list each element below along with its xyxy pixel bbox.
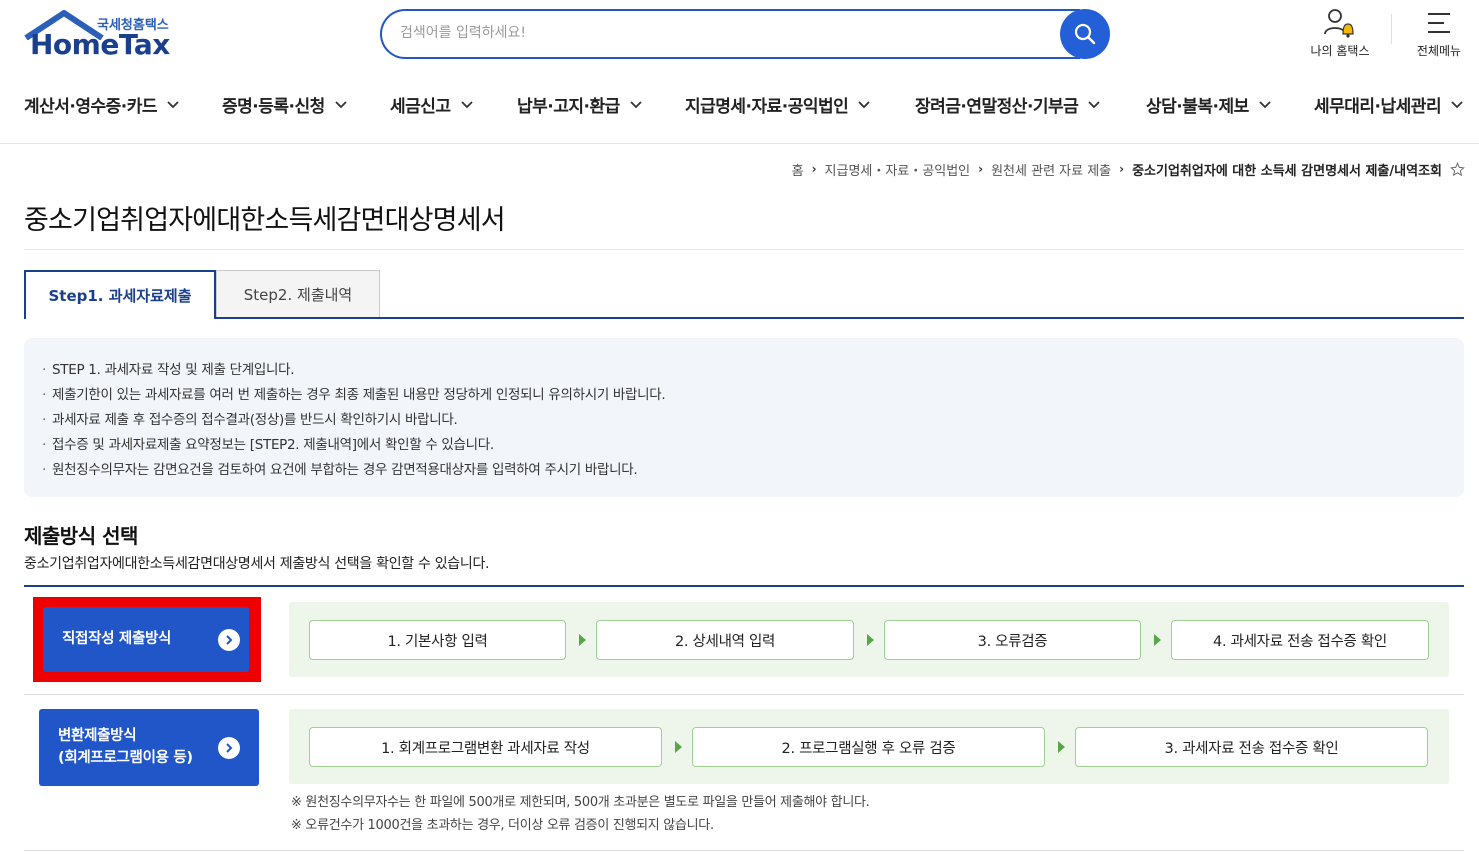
hometax-logo[interactable]: 국세청홈택스 HomeTax [24,10,179,62]
triangle-right-icon [1154,634,1161,646]
info-item: 제출기한이 있는 과세자료를 여러 번 제출하는 경우 최종 제출된 내용만 정… [42,383,1446,408]
section-description: 중소기업취업자에대한소득세감면대상명세서 제출방식 선택을 확인할 수 있습니다… [24,556,490,572]
section-divider [24,585,1464,587]
convert-submit-label: 변환제출방식 (회계프로그램이용 등) [58,725,193,769]
all-menu-label: 전체메뉴 [1416,44,1462,58]
chevron-down-icon [1088,100,1100,108]
tab-baseline [24,317,1464,319]
direct-step-4: 4. 과세자료 전송 접수증 확인 [1171,620,1429,660]
breadcrumb-withholding[interactable]: 원천세 관련 자료 제출 [991,160,1111,179]
gnb-item-payment[interactable]: 납부·고지·환급 [517,92,642,117]
star-icon[interactable] [1450,161,1465,177]
direct-step-3: 3. 오류검증 [884,620,1141,660]
bottom-divider [24,850,1464,851]
chevron-down-icon [460,100,473,108]
direct-submit-button[interactable]: 직접작성 제출방식 [43,607,249,672]
page-title: 중소기업취업자에대한소득세감면대상명세서 [24,205,506,236]
chevron-down-icon [1259,100,1271,108]
triangle-right-icon [675,741,682,753]
search-button[interactable] [1060,9,1110,59]
breadcrumb-separator: › [811,162,817,176]
breadcrumb-current: 중소기업취업자에 대한 소득세 감면명세서 제출/내역조회 [1132,163,1442,179]
gnb-label: 계산서·영수증·카드 [24,97,158,117]
tab-step1[interactable]: Step1. 과세자료제출 [24,270,216,319]
search-bar [380,9,1110,59]
chevron-down-icon [167,100,179,108]
gnb-label: 상담·불복·제보 [1146,97,1249,117]
header-divider [1391,14,1392,44]
row-divider [24,694,1464,695]
gnb-item-incentives[interactable]: 장려금·연말정산·기부금 [915,92,1100,117]
info-item: STEP 1. 과세자료 작성 및 제출 단계입니다. [42,358,1446,383]
my-hometax-button[interactable]: 나의 홈택스 [1300,8,1380,64]
logo-text: HomeTax [30,28,170,61]
triangle-right-icon [867,634,874,646]
info-item: 과세자료 제출 후 접수증의 접수결과(정상)를 반드시 확인하기시 바랍니다. [42,408,1446,433]
info-box: STEP 1. 과세자료 작성 및 제출 단계입니다. 제출기한이 있는 과세자… [24,338,1464,497]
convert-label-line2: (회계프로그램이용 등) [58,750,193,766]
gnb-label: 납부·고지·환급 [517,97,620,117]
convert-step-1: 1. 회계프로그램변환 과세자료 작성 [309,727,662,767]
breadcrumb-home[interactable]: 홈 [792,160,804,179]
section-title: 제출방식 선택 [24,524,138,548]
direct-steps: 1. 기본사항 입력 2. 상세내역 입력 3. 오류검증 4. 과세자료 전송… [289,602,1449,677]
gnb-item-consulting[interactable]: 상담·불복·제보 [1146,92,1271,117]
direct-submit-label: 직접작성 제출방식 [62,631,172,647]
all-menu-button[interactable]: 전체메뉴 [1406,8,1472,64]
gnb-item-tax-filing[interactable]: 세금신고 [390,92,473,117]
arrow-right-icon [218,629,240,651]
breadcrumb: 홈 › 지급명세・자료・공익법인 › 원천세 관련 자료 제출 › 중소기업취업… [792,158,1465,180]
direct-step-1: 1. 기본사항 입력 [309,620,566,660]
convert-step-3: 3. 과세자료 전송 접수증 확인 [1075,727,1428,767]
chevron-down-icon [630,100,642,108]
breadcrumb-statements[interactable]: 지급명세・자료・공익법인 [825,160,971,179]
triangle-right-icon [1058,741,1065,753]
arrow-right-icon [218,737,240,759]
triangle-right-icon [579,634,586,646]
convert-step-2: 2. 프로그램실행 후 오류 검증 [692,727,1045,767]
note-item: ※ 원천징수의무자수는 한 파일에 500개로 제한되며, 500개 초과분은 … [291,795,870,810]
gnb-item-certificates[interactable]: 증명·등록·신청 [222,92,347,117]
chevron-down-icon [858,100,870,108]
step-tabs: Step1. 과세자료제출 Step2. 제출내역 [24,270,1464,319]
convert-label-line1: 변환제출방식 [58,728,137,744]
notes: ※ 원천징수의무자수는 한 파일에 500개로 제한되며, 500개 초과분은 … [291,791,870,837]
search-icon [1074,23,1096,45]
gnb-item-receipts[interactable]: 계산서·영수증·카드 [24,92,179,117]
chevron-down-icon [335,100,347,108]
global-nav: 계산서·영수증·카드 증명·등록·신청 세금신고 납부·고지·환급 지급명세·자… [0,80,1479,130]
header: 국세청홈택스 HomeTax 나의 홈택스 전체메뉴 [0,0,1479,72]
convert-steps: 1. 회계프로그램변환 과세자료 작성 2. 프로그램실행 후 오류 검증 3.… [289,709,1449,784]
tab-step2[interactable]: Step2. 제출내역 [216,270,380,317]
info-item: 원천징수의무자는 감면요건을 검토하여 요건에 부합하는 경우 감면적용대상자를… [42,458,1446,483]
gnb-label: 증명·등록·신청 [222,97,325,117]
gnb-label: 세금신고 [390,97,451,117]
gnb-label: 세무대리·납세관리 [1314,97,1442,117]
convert-submit-button[interactable]: 변환제출방식 (회계프로그램이용 등) [39,709,259,786]
menu-icon [1428,13,1450,33]
gnb-label: 장려금·연말정산·기부금 [915,97,1079,117]
gnb-divider [0,143,1479,144]
direct-step-2: 2. 상세내역 입력 [596,620,854,660]
breadcrumb-separator: › [1119,162,1125,176]
note-item: ※ 오류건수가 1000건을 초과하는 경우, 더이상 오류 검증이 진행되지 … [291,818,714,833]
info-item: 접수증 및 과세자료제출 요약정보는 [STEP2. 제출내역]에서 확인할 수… [42,433,1446,458]
title-divider [24,249,1464,250]
gnb-item-agency[interactable]: 세무대리·납세관리 [1314,92,1463,117]
my-hometax-label: 나의 홈택스 [1310,44,1370,58]
gnb-label: 지급명세·자료·공익법인 [685,97,849,117]
chevron-down-icon [1451,100,1463,108]
gnb-item-statements[interactable]: 지급명세·자료·공익법인 [685,92,870,117]
breadcrumb-separator: › [978,162,984,176]
search-input[interactable] [400,22,1050,44]
user-bell-icon [1324,9,1354,38]
